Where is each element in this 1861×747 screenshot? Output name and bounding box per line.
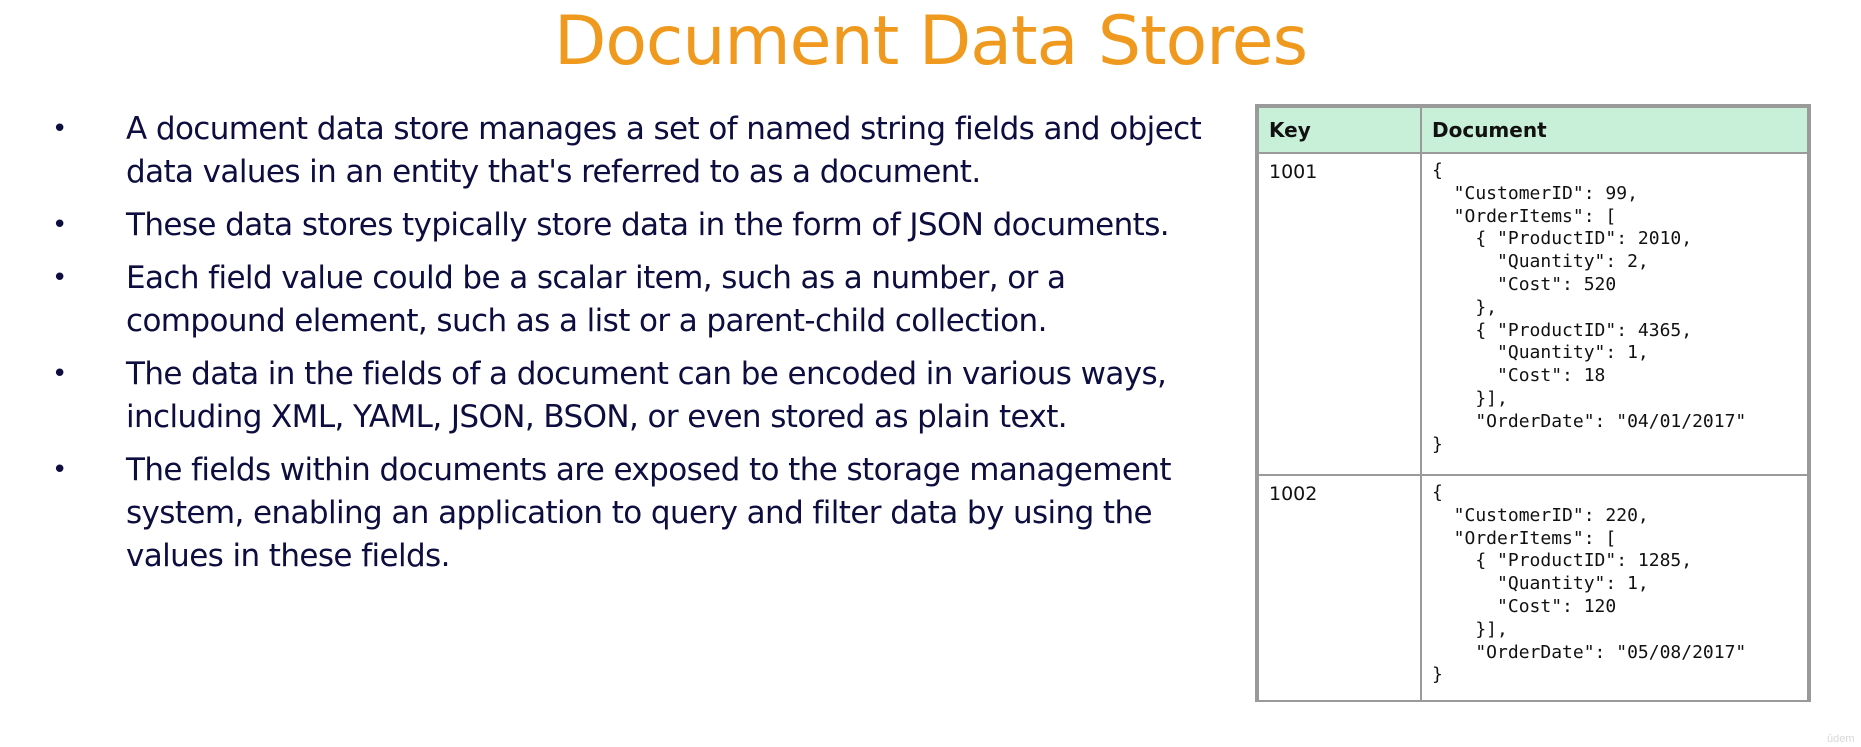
bullet-item: • A document data store manages a set of… xyxy=(52,108,1202,194)
bullet-text: These data stores typically store data i… xyxy=(126,207,1170,243)
bullet-item: • The fields within documents are expose… xyxy=(52,449,1202,578)
bullet-dot-icon: • xyxy=(52,455,67,485)
json-document: { "CustomerID": 220, "OrderItems": [ { "… xyxy=(1432,482,1747,686)
row-key: 1001 xyxy=(1257,152,1422,476)
row-document-cell: { "CustomerID": 99, "OrderItems": [ { "P… xyxy=(1420,152,1809,476)
bullet-item: • Each field value could be a scalar ite… xyxy=(52,257,1202,343)
row-document-cell: { "CustomerID": 220, "OrderItems": [ { "… xyxy=(1420,474,1809,702)
bullet-dot-icon: • xyxy=(52,114,67,144)
table-row: 1002 { "CustomerID": 220, "OrderItems": … xyxy=(1257,474,1809,702)
bullet-item: • The data in the fields of a document c… xyxy=(52,353,1202,439)
header-key: Key xyxy=(1257,106,1422,154)
table-row: 1001 { "CustomerID": 99, "OrderItems": [… xyxy=(1257,152,1809,476)
document-table: Key Document 1001 { "CustomerID": 99, "O… xyxy=(1257,106,1809,702)
header-document: Document xyxy=(1420,106,1809,154)
bullet-text: The data in the fields of a document can… xyxy=(126,356,1167,435)
bullet-item: • These data stores typically store data… xyxy=(52,204,1202,247)
bullet-text: Each field value could be a scalar item,… xyxy=(126,260,1066,339)
bullet-text: The fields within documents are exposed … xyxy=(126,452,1172,574)
bullet-dot-icon: • xyxy=(52,263,67,293)
key-document-table: Key Document 1001 { "CustomerID": 99, "O… xyxy=(1255,104,1811,702)
bullet-dot-icon: • xyxy=(52,359,67,389)
bullet-text: A document data store manages a set of n… xyxy=(126,111,1202,190)
row-key: 1002 xyxy=(1257,474,1422,702)
bullet-dot-icon: • xyxy=(52,210,67,240)
slide-title: Document Data Stores xyxy=(553,2,1308,81)
watermark-text: ûdem xyxy=(1827,733,1855,745)
bullet-list: • A document data store manages a set of… xyxy=(52,108,1202,588)
json-document: { "CustomerID": 99, "OrderItems": [ { "P… xyxy=(1432,160,1747,455)
table-header-row: Key Document xyxy=(1257,106,1809,154)
